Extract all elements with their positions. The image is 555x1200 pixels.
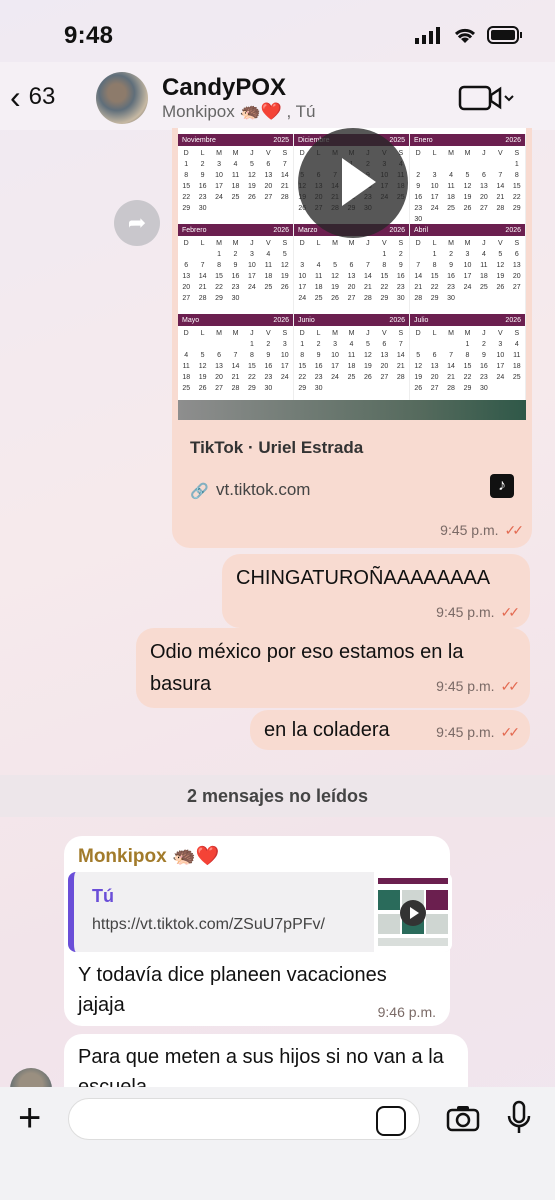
group-avatar[interactable] [96,72,148,124]
play-icon[interactable] [298,128,408,238]
message-time: 9:46 p.m. [377,1004,436,1020]
back-button[interactable]: ‹ 63 [10,79,56,115]
forward-button[interactable]: ➦ [114,200,160,246]
message-time: 9:45 p.m. ✓✓ [436,604,520,620]
message-time: 9:45 p.m. ✓✓ [436,678,520,694]
message-bubble-out[interactable]: Odio méxico por eso estamos en la basura… [136,628,530,708]
calendar-month: Mayo 2026 D L M M J V S 1 2 3 4 5 6 7 8 9 10 11 12 13 14 15 16 17… [178,314,294,404]
forward-icon: ➦ [127,210,147,235]
message-time: 9:45 p.m. ✓✓ [436,724,520,740]
preview-url[interactable]: vt.tiktok.com [216,480,310,500]
video-call-button[interactable] [458,84,518,119]
camera-icon[interactable] [446,1104,480,1137]
quote-thumbnail [374,872,452,952]
play-icon [400,900,426,926]
message-bubble-out[interactable]: CHINGATUROÑAAAAAAAA 9:45 p.m. ✓✓ [222,554,530,628]
chat-subtitle[interactable]: Monkipox 🦔❤️ , Tú [162,102,316,122]
calendar-month: Febrero 2026 D L M M J V S 1 2 3 4 5 6 7 8 9 10 11 12 13 14 15 1… [178,224,294,314]
battery-icon [487,26,522,44]
sticker-icon[interactable] [376,1106,406,1136]
status-icons [415,26,523,44]
sender-name: Monkipox 🦔❤️ [78,846,220,867]
microphone-icon[interactable] [506,1100,532,1141]
message-time: 9:45 p.m. ✓✓ [440,522,524,538]
message-input[interactable] [68,1098,420,1140]
message-text: Odio méxico por eso estamos en la basura [150,641,464,695]
message-bubble-out[interactable]: en la coladera 9:45 p.m. ✓✓ [250,710,530,750]
calendar-month: Noviembre 2025 D L M M J V S 1 2 3 4 5 6 7 8 9 10 11 12 13 14 1… [178,134,294,224]
message-text: en la coladera [264,719,390,741]
wifi-icon [454,28,476,43]
signal-icon [415,27,440,44]
calendar-month: Enero 2026 D L M M J V S 1 2 3 4 5 6 7 8 9 10 11 12 13 14 15 16 1… [410,134,526,224]
message-bubble-in[interactable]: Monkipox 🦔❤️ Tú https://vt.tiktok.com/ZS… [64,836,452,1026]
unread-count: 63 [28,83,56,110]
calendar-month: Junio 2026 D L M M J V S 1 2 3 4 5 6 7 8 9 10 11 12 13 14 15 16 1… [294,314,410,404]
tiktok-icon: ♪ [490,474,514,498]
video-camera-icon [458,85,514,111]
chevron-left-icon: ‹ [10,79,21,115]
quote-author: Tú [92,886,114,906]
calendar-month: Julio 2026 D L M M J V S 1 2 3 4 5 6 7 8 9 10 11 12 13 14 15 16 1… [410,314,526,404]
message-text: CHINGATUROÑAAAAAAAA [236,567,491,589]
unread-divider: 2 mensajes no leídos [0,775,555,817]
quote-url: https://vt.tiktok.com/ZSuU7pPFv/ [92,916,325,933]
status-time: 9:48 [64,22,114,49]
chat-title[interactable]: CandyPOX [162,74,286,102]
quoted-message[interactable]: Tú https://vt.tiktok.com/ZSuU7pPFv/ [68,872,452,952]
link-icon: 🔗 [190,483,209,500]
tiktok-link-preview[interactable]: Noviembre 2025 D L M M J V S 1 2 3 4 5 6 7 8 9 10 11 12 13 14 1… [172,128,532,548]
calendar-month: Abril 2026 D L M M J V S 1 2 3 4 5 6 7 8 9 10 11 12 13 14 15 16 1… [410,224,526,314]
preview-site: TikTok · Uriel Estrada [190,438,364,457]
plus-icon[interactable]: + [18,1096,41,1141]
